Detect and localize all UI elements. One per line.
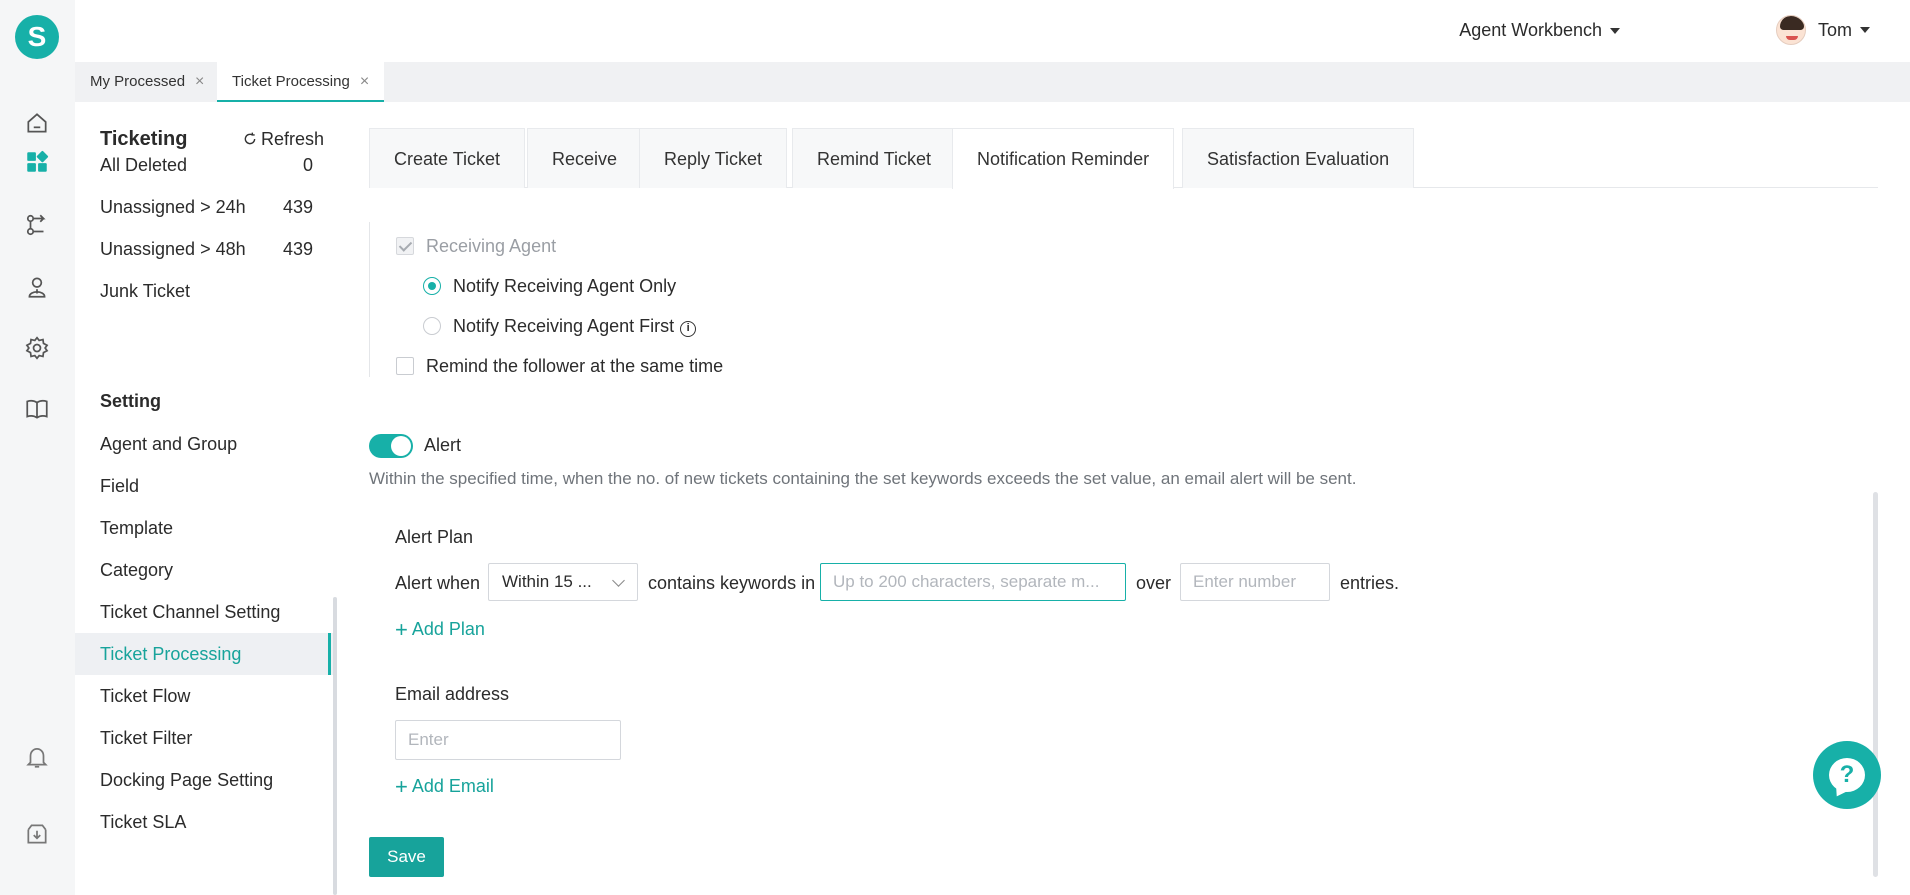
keywords-input[interactable]	[820, 563, 1126, 601]
sidebar-item-ticket-filter[interactable]: Ticket Filter	[75, 717, 337, 759]
content-scrollbar[interactable]	[1873, 492, 1878, 877]
workbench-dropdown[interactable]: Agent Workbench	[1459, 20, 1620, 41]
dashboard-icon[interactable]	[20, 145, 54, 179]
close-icon[interactable]: ×	[360, 73, 369, 90]
sidebar-item-ticket-processing[interactable]: Ticket Processing	[75, 633, 337, 675]
email-address-title: Email address	[395, 684, 510, 704]
avatar	[1775, 15, 1806, 45]
caret-down-icon	[1860, 27, 1870, 33]
ticketing-sidebar: Ticketing Refresh All Deleted 0 Unassign…	[75, 102, 337, 895]
notify-first-text: Notify Receiving Agent First	[453, 316, 675, 336]
add-email-link[interactable]: + Add Email	[395, 774, 494, 800]
sidebar-item-all-deleted[interactable]: All Deleted 0	[75, 144, 337, 186]
sidebar-item-count: 439	[282, 197, 313, 217]
agent-icon[interactable]	[20, 270, 54, 304]
notify-only-radio[interactable]	[423, 277, 441, 295]
contains-keywords-label: contains keywords in	[648, 573, 816, 593]
plus-icon: +	[395, 617, 408, 642]
page-tab-my-processed[interactable]: My Processed ×	[75, 62, 219, 102]
tab-notification-reminder[interactable]: Notification Reminder	[952, 128, 1175, 189]
alert-plan-title: Alert Plan	[395, 527, 474, 547]
user-menu[interactable]: Tom	[1775, 15, 1870, 45]
info-icon[interactable]: i	[680, 321, 697, 337]
sidebar-item-template[interactable]: Template	[75, 507, 337, 549]
left-icon-rail: S	[0, 0, 75, 895]
over-label: over	[1136, 573, 1172, 593]
bell-icon[interactable]	[20, 740, 54, 774]
plus-icon: +	[395, 774, 408, 799]
add-plan-label: Add Plan	[411, 619, 485, 639]
page-tab-strip: My Processed × Ticket Processing ×	[75, 62, 1910, 102]
tab-remind-ticket[interactable]: Remind Ticket	[792, 128, 957, 188]
receiving-agent-label: Receiving Agent	[426, 236, 557, 256]
download-icon[interactable]	[20, 817, 54, 851]
sidebar-item-ticket-flow[interactable]: Ticket Flow	[75, 675, 337, 717]
sidebar-item-field[interactable]: Field	[75, 465, 337, 507]
entries-label: entries.	[1340, 573, 1400, 593]
sidebar-item-category[interactable]: Category	[75, 549, 337, 591]
sidebar-item-unassigned-48h[interactable]: Unassigned > 48h 439	[75, 228, 337, 270]
add-email-label: Add Email	[411, 776, 494, 796]
tab-create-ticket[interactable]: Create Ticket	[369, 128, 526, 188]
brand-logo[interactable]: S	[15, 15, 59, 59]
page-tab-label: My Processed	[90, 73, 186, 90]
remind-follower-checkbox[interactable]	[396, 357, 414, 375]
sidebar-item-label: Unassigned > 24h	[100, 197, 246, 217]
sidebar-item-agent-and-group[interactable]: Agent and Group	[75, 423, 337, 465]
help-icon: ?	[1829, 758, 1865, 792]
sidebar-item-unassigned-24h[interactable]: Unassigned > 24h 439	[75, 186, 337, 228]
time-window-value: Within 15 ...	[502, 572, 592, 591]
threshold-number-input[interactable]	[1180, 563, 1330, 601]
option-group-divider	[369, 222, 370, 377]
workbench-label: Agent Workbench	[1459, 20, 1602, 40]
save-button[interactable]: Save	[369, 837, 444, 877]
add-plan-link[interactable]: + Add Plan	[395, 617, 485, 643]
chevron-down-icon	[612, 574, 625, 587]
notify-only-label: Notify Receiving Agent Only	[453, 276, 677, 296]
setting-section-title: Setting	[100, 391, 161, 411]
settings-tabs: Create Ticket Receive Reply Ticket Remin…	[369, 128, 1878, 189]
tab-reply-ticket[interactable]: Reply Ticket	[639, 128, 788, 188]
sidebar-item-docking-page-setting[interactable]: Docking Page Setting	[75, 759, 337, 801]
sidebar-item-ticket-channel-setting[interactable]: Ticket Channel Setting	[75, 591, 337, 633]
tab-receive[interactable]: Receive	[527, 128, 643, 188]
sidebar-item-label: Junk Ticket	[100, 281, 191, 301]
sidebar-item-ticket-sla[interactable]: Ticket SLA	[75, 801, 337, 843]
notify-first-label: Notify Receiving Agent First i	[453, 316, 697, 337]
close-icon[interactable]: ×	[195, 73, 204, 90]
sidebar-item-count: 439	[282, 239, 313, 259]
time-window-select[interactable]: Within 15 ...	[488, 563, 638, 601]
home-icon[interactable]	[20, 106, 54, 140]
alert-label: Alert	[424, 435, 462, 455]
receiving-agent-checkbox[interactable]	[396, 237, 414, 255]
active-item-indicator	[328, 633, 331, 675]
user-name: Tom	[1817, 19, 1852, 40]
tab-satisfaction-evaluation[interactable]: Satisfaction Evaluation	[1182, 128, 1415, 188]
notify-first-radio[interactable]	[423, 317, 441, 335]
email-input[interactable]	[395, 720, 621, 760]
remind-follower-label: Remind the follower at the same time	[426, 356, 724, 376]
sidebar-item-label: All Deleted	[100, 155, 188, 175]
page-tab-label: Ticket Processing	[232, 73, 350, 90]
sidebar-item-label: Unassigned > 48h	[100, 239, 246, 259]
knowledge-book-icon[interactable]	[20, 392, 54, 426]
settings-icon[interactable]	[20, 331, 54, 365]
sidebar-item-junk-ticket[interactable]: Junk Ticket	[75, 270, 337, 312]
top-header: Agent Workbench Tom	[75, 0, 1910, 62]
main-content: Create Ticket Receive Reply Ticket Remin…	[337, 102, 1910, 895]
help-button[interactable]: ?	[1813, 741, 1881, 809]
page-tab-ticket-processing[interactable]: Ticket Processing ×	[217, 62, 385, 102]
alert-toggle[interactable]	[369, 434, 413, 458]
caret-down-icon	[1610, 28, 1620, 35]
sidebar-item-count: 0	[302, 155, 313, 175]
routing-icon[interactable]	[20, 208, 54, 242]
alert-when-label: Alert when	[395, 573, 481, 593]
alert-description: Within the specified time, when the no. …	[369, 469, 1357, 488]
